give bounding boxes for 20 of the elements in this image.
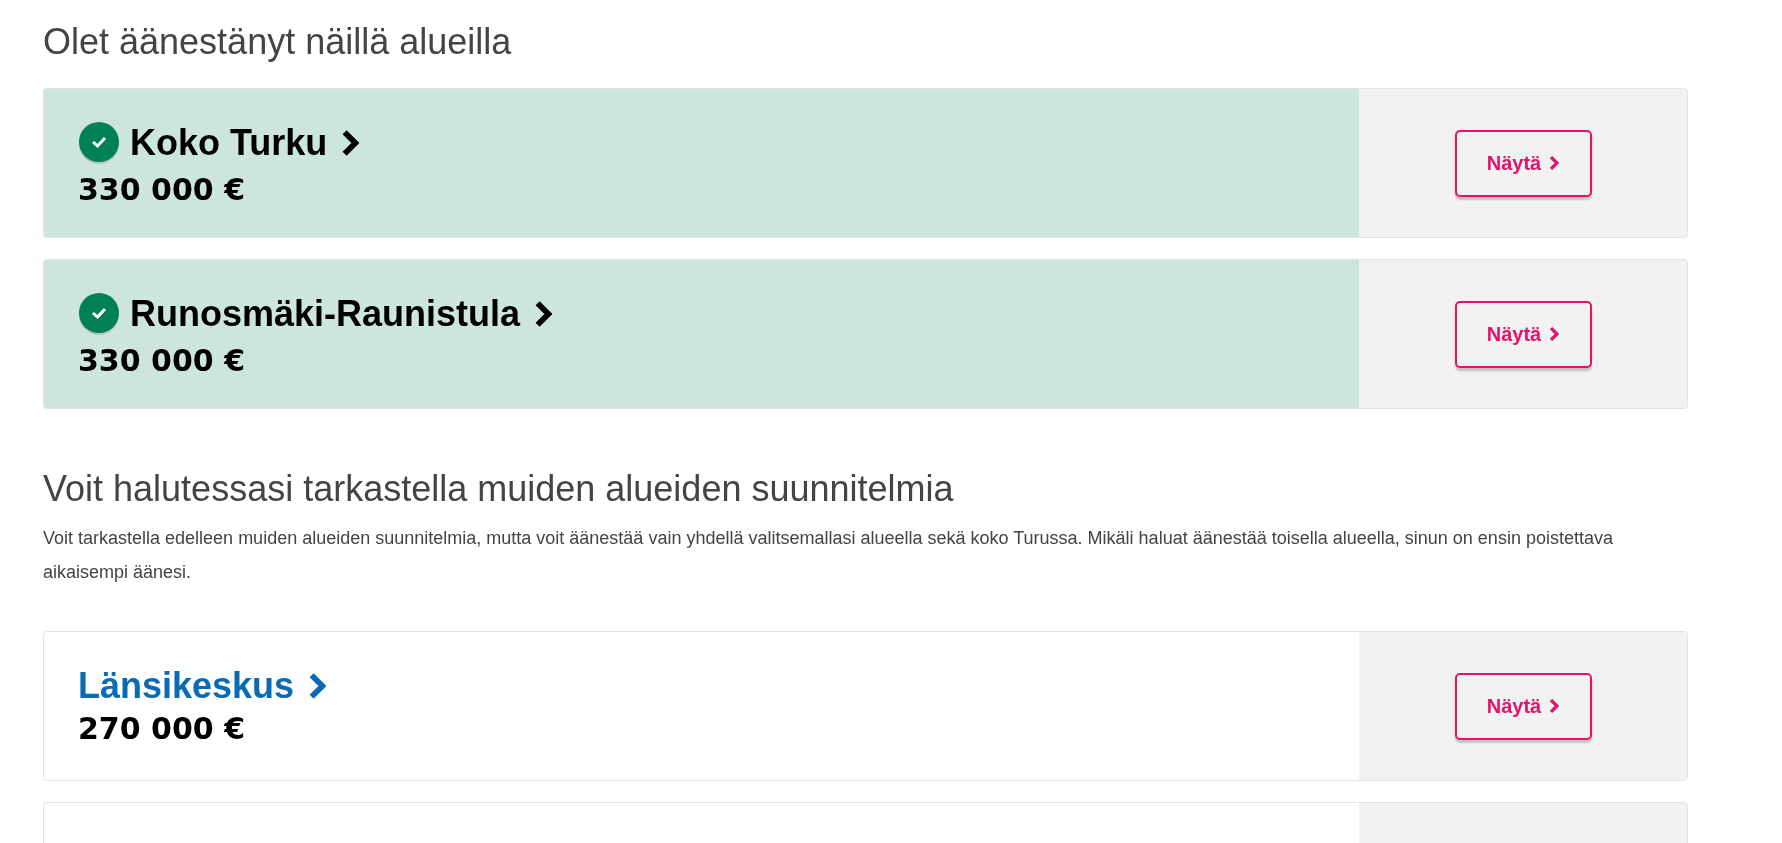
area-budget: 330 000 € bbox=[78, 345, 246, 376]
area-link[interactable]: Koko Turku bbox=[130, 125, 360, 161]
chevron-right-icon bbox=[1549, 699, 1560, 713]
area-budget: 270 000 € bbox=[78, 714, 246, 744]
section-description: Voit tarkastella edelleen muiden alueiden suunnitelmia, mutta voit äänestää vain yhdellä valitsemallasi alueella sekä koko Turussa. Mikäli haluat äänestää toisella alueella, sinun on ensin poistettava aikaisempi äänesi. bbox=[43, 527, 1614, 584]
check-icon bbox=[78, 292, 120, 336]
chevron-right-icon bbox=[1549, 156, 1560, 170]
area-budget: 330 000 € bbox=[78, 174, 246, 205]
show-button[interactable]: Näytä bbox=[1454, 300, 1592, 368]
show-button[interactable]: Näytä bbox=[1454, 672, 1592, 740]
chevron-right-icon bbox=[1549, 327, 1560, 341]
area-link[interactable]: Runosmäki-Raunistula bbox=[130, 296, 553, 332]
chevron-right-icon bbox=[341, 130, 360, 156]
section-heading: Voit halutessasi tarkastella muiden alueiden suunnitelmia bbox=[43, 467, 955, 511]
chevron-right-icon bbox=[534, 301, 553, 327]
section-heading: Olet äänestänyt näillä alueilla bbox=[43, 20, 513, 64]
area-link[interactable]: Länsikeskus bbox=[78, 668, 327, 704]
show-button[interactable]: Näytä bbox=[1454, 129, 1592, 197]
check-icon bbox=[78, 121, 120, 165]
chevron-right-icon bbox=[308, 673, 327, 699]
